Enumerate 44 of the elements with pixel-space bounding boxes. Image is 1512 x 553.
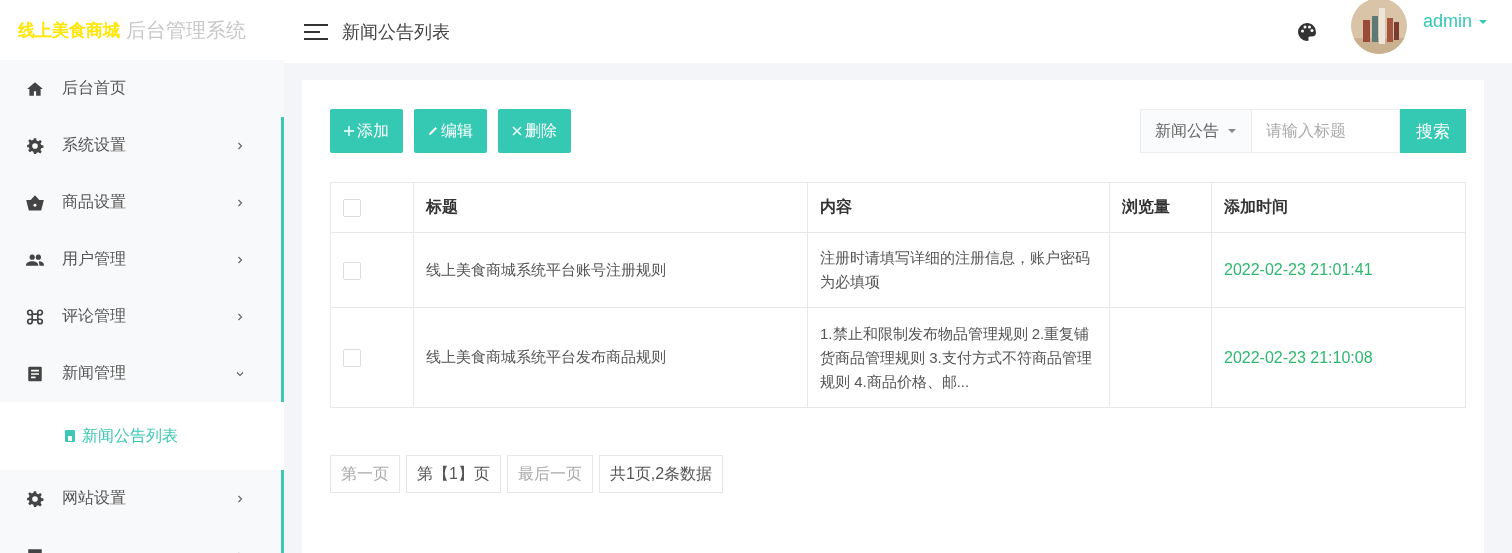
chevron-right-icon xyxy=(235,197,245,208)
brand-name: 线上美食商城 xyxy=(18,19,120,42)
category-dropdown[interactable]: 新闻公告 xyxy=(1140,109,1252,153)
pencil-icon xyxy=(428,126,438,136)
caret-icon xyxy=(1227,128,1237,134)
sidebar-item[interactable]: 网站设置 xyxy=(0,470,281,527)
table-cell: 注册时请填写详细的注册信息，账户密码为必填项 xyxy=(807,232,1110,308)
plus-icon xyxy=(344,126,354,136)
sidebar-item[interactable]: 系统设置 xyxy=(0,117,281,174)
chevron-right-icon xyxy=(235,254,245,265)
pagination-button[interactable]: 第【1】页 xyxy=(406,455,501,493)
column-header: 添加时间 xyxy=(1211,182,1466,233)
caret-icon xyxy=(1478,18,1488,25)
table-cell: 1.禁止和限制发布物品管理规则 2.重复铺货商品管理规则 3.支付方式不符商品管理规则 4.商品价格、邮... xyxy=(807,307,1110,408)
search-field[interactable]: 请输入标题 xyxy=(1252,109,1400,153)
sidebar-item[interactable]: 后台首页 xyxy=(0,60,284,117)
column-header: 浏览量 xyxy=(1109,182,1212,233)
sidebar-item[interactable]: 用户管理 xyxy=(0,231,281,288)
gear-icon xyxy=(26,136,44,155)
command-icon xyxy=(26,307,44,326)
sidebar-item[interactable]: 新闻管理 xyxy=(0,345,281,402)
chevron-right-icon xyxy=(235,493,245,504)
column-header: 标题 xyxy=(413,182,808,233)
book-icon xyxy=(64,429,76,443)
table-cell: 线上美食商城系统平台发布商品规则 xyxy=(413,307,808,408)
row-checkbox[interactable] xyxy=(343,349,361,367)
row-checkbox[interactable] xyxy=(343,261,361,280)
chevron-right-icon xyxy=(235,140,245,151)
basket-icon xyxy=(26,193,44,212)
close-icon xyxy=(512,126,522,136)
column-header: 内容 xyxy=(807,182,1110,233)
select-all-checkbox[interactable] xyxy=(343,198,361,217)
page-title: 新闻公告列表 xyxy=(342,20,450,44)
sidebar-item[interactable]: 商品设置 xyxy=(0,174,281,231)
palette-icon[interactable] xyxy=(1296,21,1317,42)
pagination-button[interactable]: 共1页,2条数据 xyxy=(598,455,724,493)
table-cell: 2022-02-23 21:01:41 xyxy=(1211,232,1466,308)
menu-icon[interactable] xyxy=(304,22,328,41)
table-cell: 2022-02-23 21:10:08 xyxy=(1211,307,1466,408)
sidebar-item[interactable]: 评论管理 xyxy=(0,288,281,345)
document-icon xyxy=(26,364,44,383)
table-cell: 线上美食商城系统平台账号注册规则 xyxy=(413,232,808,308)
gear-icon xyxy=(26,489,44,508)
chevron-right-icon xyxy=(235,311,245,322)
